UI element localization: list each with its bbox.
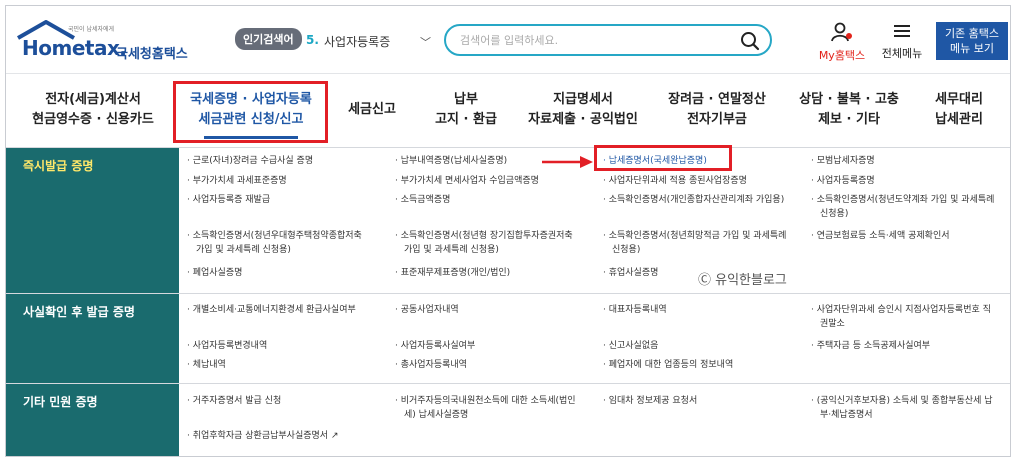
nav-item-label: 지급명세서 xyxy=(553,92,613,107)
list-item[interactable]: · 폐업자에 대한 업종등의 정보내역 xyxy=(603,358,733,372)
list-item[interactable]: · 대표자등록내역 xyxy=(603,303,667,317)
hometax-page: 국민이 납세자에게 Hometax. 국세청홈택스 인기검색어 5. 사업자등록… xyxy=(5,5,1011,457)
nav-item-label: 납세관리 xyxy=(935,112,983,127)
highlight-box-nav xyxy=(173,81,328,143)
list-item[interactable]: · 사업자등록사실여부 xyxy=(395,339,475,353)
list-item-cont[interactable]: 가입 및 과세특례 신청용) xyxy=(196,243,291,257)
list-item[interactable]: · (공익신거후보자용) 소득세 및 종합부동산세 납 xyxy=(811,394,993,408)
nav-item-consultation[interactable]: 상담 · 불복 · 고충 제보 · 기타 xyxy=(790,75,908,145)
blog-watermark: Ⓒ 유익한블로그 xyxy=(698,273,787,288)
list-item[interactable]: · 소득확인증명서(청년형 장기집합투자증권저축 xyxy=(395,229,573,243)
list-item-cont[interactable]: 권말소 xyxy=(820,317,845,331)
list-item[interactable]: · 소득확인증명서(청년우대형주택청약종합저축 xyxy=(187,229,362,243)
list-item-cont[interactable]: 세) 납세사실증명 xyxy=(404,408,468,422)
highlight-box-certificate xyxy=(594,145,732,171)
list-item[interactable]: · 개별소비세·교통에너지환경세 환급사실여부 xyxy=(187,303,356,317)
my-hometax-label: My홈택스 xyxy=(818,49,866,62)
all-menu-label: 전체메뉴 xyxy=(881,47,923,60)
list-item-label: · 취업후학자금 상환금납부사실증명서 xyxy=(187,431,329,441)
row-title-confirm: 사실확인 후 발급 증명 xyxy=(6,294,179,383)
list-item[interactable]: · 소득금액증명 xyxy=(395,193,450,207)
popular-search-rank: 5. xyxy=(306,33,319,47)
main-nav: 전자(세금)계산서 현금영수증 · 신용카드 국세증명 · 사업자등록 세금관련… xyxy=(6,75,1010,145)
classic-menu-line1: 기존 홈택스 xyxy=(944,27,1000,40)
nav-item-payment-statements[interactable]: 지급명세서 자료제출 · 공익법인 xyxy=(520,75,646,145)
nav-item-label: 납부 xyxy=(454,92,478,107)
list-item-cont[interactable]: 신청용) xyxy=(820,207,848,221)
classic-menu-button[interactable]: 기존 홈택스 메뉴 보기 xyxy=(936,22,1008,60)
logo-korean: 국세청홈택스 xyxy=(116,47,188,62)
nav-item-label: 현금영수증 · 신용카드 xyxy=(32,112,154,127)
nav-item-payment[interactable]: 납부 고지 · 환급 xyxy=(418,75,514,145)
hometax-logo[interactable]: 국민이 납세자에게 Hometax. 국세청홈택스 xyxy=(16,20,191,62)
list-item[interactable]: · 휴업사실증명 xyxy=(603,266,658,280)
list-item[interactable]: · 사업자등록증 재발급 xyxy=(187,193,270,207)
list-item[interactable]: · 근로(자녀)장려금 수급사실 증명 xyxy=(187,154,313,168)
list-item-cont[interactable]: 신청용) xyxy=(612,243,640,257)
list-item[interactable]: · 사업자등록변경내역 xyxy=(187,339,267,353)
list-item[interactable]: · 신고사실없음 xyxy=(603,339,658,353)
nav-item-label: 상담 · 불복 · 고충 xyxy=(799,92,899,107)
certificate-table: 즉시발급 증명 · 근로(자녀)장려금 수급사실 증명 · 부가가치세 과세표준… xyxy=(6,147,1010,456)
nav-item-tax-agent[interactable]: 세무대리 납세관리 xyxy=(916,75,1002,145)
list-item-student-loan[interactable]: · 취업후학자금 상환금납부사실증명서 ↗ xyxy=(187,429,338,443)
all-menu-button[interactable]: 전체메뉴 xyxy=(876,22,928,61)
external-link-icon: ↗ xyxy=(328,431,339,441)
nav-item-label: 고지 · 환급 xyxy=(435,112,497,127)
list-item[interactable]: · 비거주자등의국내원천소득에 대한 소득세(법인 xyxy=(395,394,576,408)
popular-search-term[interactable]: 사업자등록증 xyxy=(324,33,390,50)
chevron-down-icon[interactable]: ﹀ xyxy=(420,34,431,50)
list-item[interactable]: · 소득확인증명서(개인종합자산관리계좌 가입용) xyxy=(603,193,784,207)
list-item-cont[interactable]: 가입 및 과세특례 신청용) xyxy=(404,243,499,257)
list-item[interactable]: · 폐업사실증명 xyxy=(187,266,242,280)
list-item[interactable]: · 주택자금 등 소득공제사실여부 xyxy=(811,339,930,353)
list-item[interactable]: · 임대차 정보제공 요청서 xyxy=(603,394,697,408)
list-item[interactable]: · 사업자단위과세 승인시 지점사업자등록번호 직 xyxy=(811,303,991,317)
logo-tagline: 국민이 납세자에게 xyxy=(68,26,115,33)
nav-item-tax-filing[interactable]: 세금신고 xyxy=(334,75,410,145)
row-confirm: 사실확인 후 발급 증명 · 개별소비세·교통에너지환경세 환급사실여부 · 사… xyxy=(6,294,1010,384)
list-item[interactable]: · 체납내역 xyxy=(187,358,226,372)
search-icon[interactable] xyxy=(740,31,760,51)
nav-item-label: 자료제출 · 공익법인 xyxy=(528,112,638,127)
list-item[interactable]: · 사업자단위과세 적용 종된사업장증명 xyxy=(603,174,747,188)
list-item[interactable]: · 표준재무제표증명(개인/법인) xyxy=(395,266,510,280)
list-item-cont[interactable]: 부·체납증명서 xyxy=(820,408,873,422)
row-title-other: 기타 민원 증명 xyxy=(6,384,179,456)
popular-search-badge: 인기검색어 xyxy=(235,28,302,50)
nav-item-label: 장려금 · 연말정산 xyxy=(668,92,766,107)
list-item[interactable]: · 모범납세자증명 xyxy=(811,154,875,168)
list-item[interactable]: · 소득확인증명서(청년희망적금 가입 및 과세특례 xyxy=(603,229,786,243)
nav-item-label: 제보 · 기타 xyxy=(818,112,880,127)
list-item[interactable]: · 사업자등록증명 xyxy=(811,174,875,188)
nav-item-e-invoice[interactable]: 전자(세금)계산서 현금영수증 · 신용카드 xyxy=(18,75,168,145)
list-item[interactable]: · 부가가치세 과세표준증명 xyxy=(187,174,287,188)
header: 국민이 납세자에게 Hometax. 국세청홈택스 인기검색어 5. 사업자등록… xyxy=(6,6,1010,74)
user-icon xyxy=(831,22,852,42)
list-item[interactable]: · 총사업자등록내역 xyxy=(395,358,467,372)
row-instant: 즉시발급 증명 · 근로(자녀)장려금 수급사실 증명 · 부가가치세 과세표준… xyxy=(6,148,1010,294)
list-item[interactable]: · 공동사업자내역 xyxy=(395,303,459,317)
nav-item-label: 전자기부금 xyxy=(687,112,747,127)
nav-item-label: 전자(세금)계산서 xyxy=(45,92,141,107)
search-input[interactable] xyxy=(460,32,730,48)
classic-menu-line2: 메뉴 보기 xyxy=(950,42,994,55)
nav-item-label: 세무대리 xyxy=(935,92,983,107)
hamburger-icon xyxy=(894,25,910,37)
row-other: 기타 민원 증명 · 거주자증명서 발급 신청 · 취업후학자금 상환금납부사실… xyxy=(6,384,1010,456)
my-hometax-button[interactable]: My홈택스 xyxy=(814,22,870,63)
list-item[interactable]: · 부가가치세 면세사업자 수입금액증명 xyxy=(395,174,539,188)
nav-item-incentives[interactable]: 장려금 · 연말정산 전자기부금 xyxy=(654,75,780,145)
list-item[interactable]: · 연금보험료등 소득·세액 공제확인서 xyxy=(811,229,950,243)
nav-item-label: 세금신고 xyxy=(348,102,396,117)
list-item[interactable]: · 납부내역증명(납세사실증명) xyxy=(395,154,507,168)
logo-english: Hometax. xyxy=(22,36,127,60)
list-item[interactable]: · 소득확인증명서(청년도약계좌 가입 및 과세특례 xyxy=(811,193,994,207)
search-box xyxy=(444,24,772,56)
row-title-instant: 즉시발급 증명 xyxy=(6,148,179,293)
red-arrow-icon xyxy=(542,156,593,168)
list-item[interactable]: · 거주자증명서 발급 신청 xyxy=(187,394,281,408)
